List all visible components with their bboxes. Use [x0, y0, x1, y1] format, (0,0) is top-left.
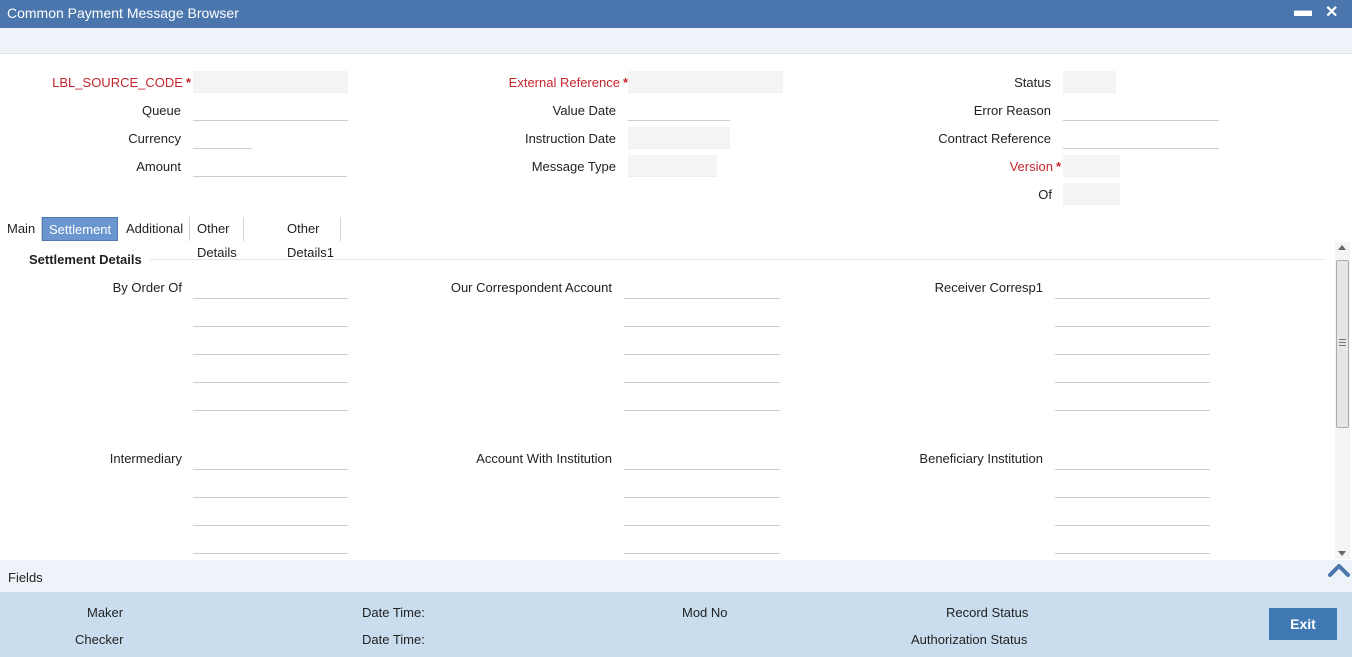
our-correspondent-account-label: Our Correspondent Account: [450, 280, 612, 295]
tab-settlement[interactable]: Settlement: [42, 217, 119, 241]
receiver-corresp1-input-2[interactable]: [1055, 305, 1210, 327]
mod-no-label: Mod No: [682, 605, 728, 620]
error-reason-input[interactable]: [1063, 99, 1219, 121]
receiver-corresp1-input-4[interactable]: [1055, 361, 1210, 383]
checker-date-time-label: Date Time:: [362, 632, 425, 647]
account-with-institution-input-4[interactable]: [624, 532, 780, 554]
by-order-of-label: By Order Of: [112, 280, 182, 295]
queue-label: Queue: [141, 103, 181, 118]
scroll-thumb[interactable]: [1336, 260, 1349, 428]
of-label: Of: [1038, 187, 1052, 202]
beneficiary-institution-input-2[interactable]: [1055, 476, 1210, 498]
audit-footer: Maker Checker Date Time: Date Time: Mod …: [0, 592, 1352, 657]
beneficiary-institution-input-3[interactable]: [1055, 504, 1210, 526]
version-label-text: Version: [1009, 159, 1053, 174]
fields-label[interactable]: Fields: [8, 570, 43, 585]
window-title: Common Payment Message Browser: [7, 5, 239, 21]
beneficiary-institution-input-1[interactable]: [1055, 448, 1210, 470]
our-correspondent-account-input-5[interactable]: [624, 389, 780, 411]
source-code-input[interactable]: [193, 71, 348, 93]
intermediary-input-1[interactable]: [193, 448, 348, 470]
intermediary-input-4[interactable]: [193, 532, 348, 554]
scroll-down-arrow-icon[interactable]: [1338, 551, 1346, 556]
close-icon[interactable]: ✕: [1325, 2, 1338, 22]
fields-bar: Fields: [0, 560, 1352, 592]
instruction-date-label: Instruction Date: [524, 131, 616, 146]
receiver-corresp1-label: Receiver Corresp1: [934, 280, 1043, 295]
maker-label: Maker: [87, 605, 124, 620]
by-order-of-input-5[interactable]: [193, 389, 348, 411]
message-type-input[interactable]: [628, 155, 717, 177]
scroll-grip-icon: [1339, 339, 1346, 346]
source-code-label: LBL_SOURCE_CODE *: [40, 75, 191, 90]
of-input[interactable]: [1063, 183, 1120, 205]
vertical-scrollbar[interactable]: [1335, 242, 1350, 559]
our-correspondent-account-input-4[interactable]: [624, 361, 780, 383]
receiver-corresp1-input-3[interactable]: [1055, 333, 1210, 355]
intermediary-input-2[interactable]: [193, 476, 348, 498]
version-label: Version *: [880, 159, 1061, 174]
scroll-up-arrow-icon[interactable]: [1338, 245, 1346, 250]
account-with-institution-input-3[interactable]: [624, 504, 780, 526]
title-bar: Common Payment Message Browser ▬ ✕: [0, 0, 1352, 28]
our-correspondent-account-input-3[interactable]: [624, 333, 780, 355]
currency-input[interactable]: [193, 127, 252, 149]
queue-input[interactable]: [193, 99, 348, 121]
checker-label: Checker: [75, 632, 124, 647]
section-title: Settlement Details: [29, 252, 142, 267]
minimize-icon[interactable]: ▬: [1294, 0, 1312, 21]
tab-additional[interactable]: Additional: [120, 217, 191, 241]
value-date-input[interactable]: [628, 99, 730, 121]
account-with-institution-label: Account With Institution: [476, 451, 612, 466]
source-code-label-text: LBL_SOURCE_CODE: [52, 75, 183, 90]
contract-reference-input[interactable]: [1063, 127, 1219, 149]
section-divider: [150, 259, 1324, 260]
exit-button[interactable]: Exit: [1269, 608, 1337, 640]
record-status-label: Record Status: [946, 605, 1029, 620]
instruction-date-input[interactable]: [628, 127, 730, 149]
beneficiary-institution-label: Beneficiary Institution: [919, 451, 1043, 466]
our-correspondent-account-input-2[interactable]: [624, 305, 780, 327]
contract-reference-label: Contract Reference: [938, 131, 1051, 146]
external-reference-label: External Reference *: [440, 75, 628, 90]
our-correspondent-account-input-1[interactable]: [624, 277, 780, 299]
by-order-of-input-3[interactable]: [193, 333, 348, 355]
intermediary-input-3[interactable]: [193, 504, 348, 526]
external-reference-input[interactable]: [628, 71, 783, 93]
receiver-corresp1-input-5[interactable]: [1055, 389, 1210, 411]
authorization-status-label: Authorization Status: [911, 632, 1028, 647]
required-marker: *: [185, 75, 191, 90]
by-order-of-input-4[interactable]: [193, 361, 348, 383]
receiver-corresp1-input-1[interactable]: [1055, 277, 1210, 299]
chevron-up-icon[interactable]: [1328, 563, 1350, 577]
message-type-label: Message Type: [531, 159, 616, 174]
tab-other-details[interactable]: Other Details: [191, 217, 244, 260]
intermediary-label: Intermediary: [109, 451, 182, 466]
currency-label: Currency: [128, 131, 181, 146]
account-with-institution-input-2[interactable]: [624, 476, 780, 498]
toolbar-strip: [0, 28, 1352, 54]
by-order-of-input-2[interactable]: [193, 305, 348, 327]
status-input[interactable]: [1063, 71, 1116, 93]
tab-main[interactable]: Main: [1, 217, 43, 241]
beneficiary-institution-input-4[interactable]: [1055, 532, 1210, 554]
external-reference-label-text: External Reference: [508, 75, 620, 90]
version-input[interactable]: [1063, 155, 1120, 177]
maker-date-time-label: Date Time:: [362, 605, 425, 620]
status-label: Status: [1014, 75, 1051, 90]
value-date-label: Value Date: [552, 103, 616, 118]
tab-other-details1[interactable]: Other Details1: [281, 217, 341, 260]
required-marker: *: [1055, 159, 1061, 174]
by-order-of-input-1[interactable]: [193, 277, 348, 299]
amount-input[interactable]: [193, 155, 347, 177]
account-with-institution-input-1[interactable]: [624, 448, 780, 470]
amount-label: Amount: [136, 159, 181, 174]
error-reason-label: Error Reason: [973, 103, 1051, 118]
